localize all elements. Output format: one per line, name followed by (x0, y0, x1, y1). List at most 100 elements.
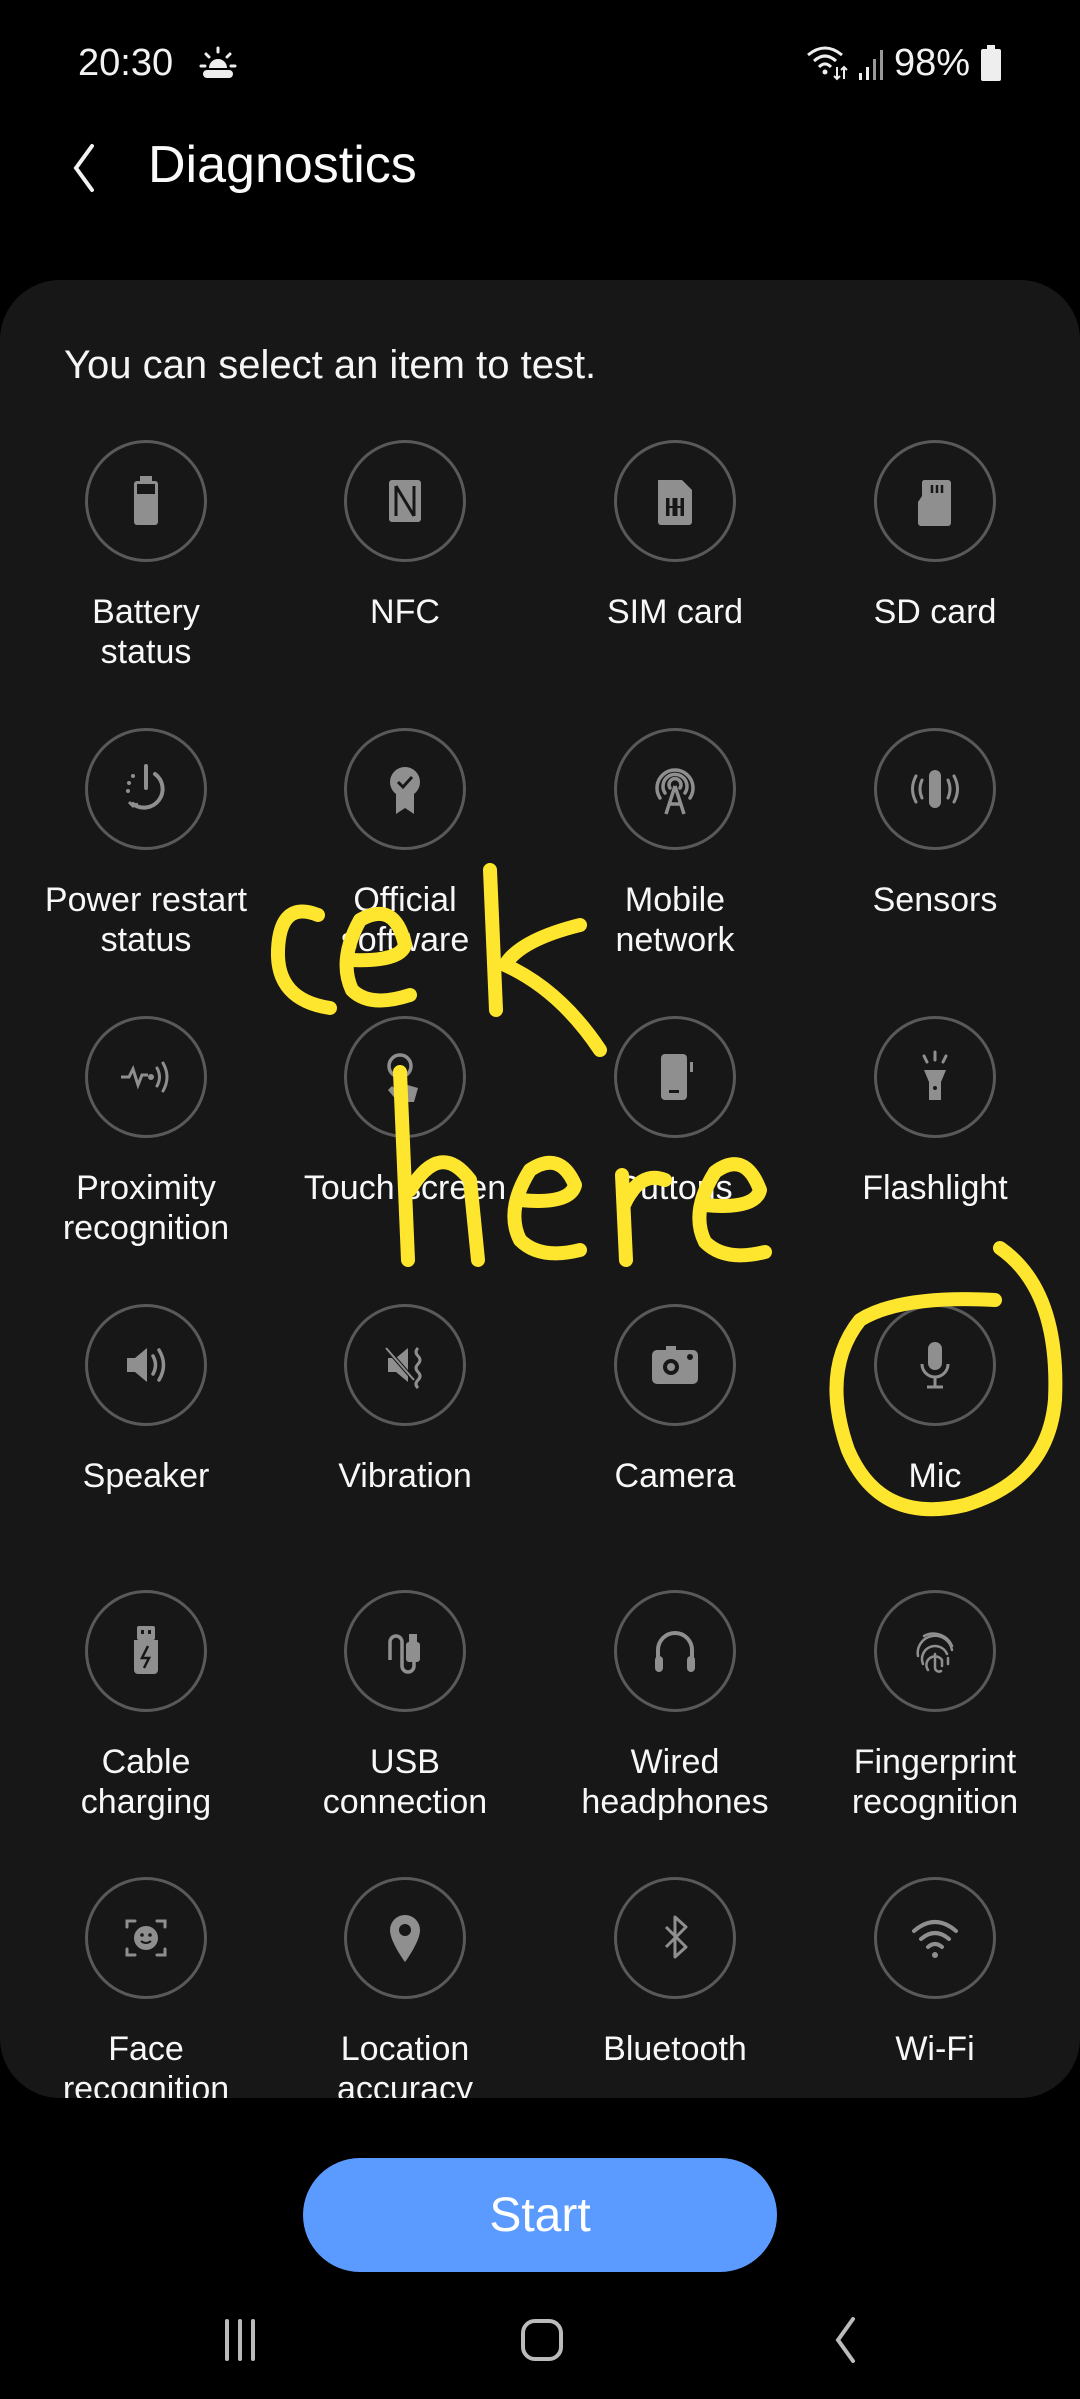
test-item-label: Wired headphones (581, 1743, 769, 1821)
test-item-power-restart-status[interactable]: Power restart status (11, 728, 281, 960)
test-item-label: Buttons (617, 1169, 733, 1207)
test-item-label: Mobile network (615, 881, 735, 959)
test-item-circle[interactable] (344, 440, 466, 562)
test-item-label: Vibration (338, 1457, 472, 1495)
test-item-label: Fingerprint recognition (851, 1743, 1019, 1821)
home-icon (521, 2319, 563, 2361)
test-item-wired-headphones[interactable]: Wired headphones (540, 1590, 810, 1822)
touch-icon (387, 1053, 418, 1102)
page-title: Diagnostics (148, 136, 417, 194)
test-item-circle[interactable] (85, 1016, 207, 1138)
test-item-circle[interactable] (614, 1016, 736, 1138)
test-item-circle[interactable] (344, 1016, 466, 1138)
test-item-circle[interactable] (344, 1877, 466, 1999)
test-item-fingerprint-recognition[interactable]: Fingerprint recognition (800, 1590, 1070, 1822)
test-item-circle[interactable] (614, 1877, 736, 1999)
sd-card-icon (918, 480, 951, 526)
navigation-bar (0, 2300, 1080, 2380)
test-item-circle[interactable] (85, 1304, 207, 1426)
test-item-circle[interactable] (85, 440, 207, 562)
test-item-circle[interactable] (85, 728, 207, 850)
fingerprint-icon (916, 1632, 954, 1673)
test-item-label: Battery status (92, 593, 200, 671)
start-button[interactable]: Start (303, 2158, 777, 2272)
test-item-circle[interactable] (344, 1590, 466, 1712)
test-item-circle[interactable] (344, 1304, 466, 1426)
test-item-circle[interactable] (614, 1304, 736, 1426)
test-item-circle[interactable] (874, 728, 996, 850)
recent-apps-button[interactable] (200, 2310, 280, 2370)
certified-badge-icon (390, 767, 420, 814)
test-item-label: Face recognition (62, 2030, 230, 2098)
test-item-speaker[interactable]: Speaker (11, 1304, 281, 1496)
test-item-buttons[interactable]: Buttons (540, 1016, 810, 1208)
test-item-battery-status[interactable]: Battery status (11, 440, 281, 672)
headphones-icon (655, 1631, 695, 1672)
system-icons: 98% (806, 38, 1002, 88)
vibration-icon (384, 1346, 422, 1390)
test-item-usb-connection[interactable]: USB connection (270, 1590, 540, 1822)
test-item-label: Proximity recognition (62, 1169, 230, 1247)
test-item-sensors[interactable]: Sensors (800, 728, 1070, 920)
test-item-label: NFC (370, 593, 440, 631)
mic-icon (920, 1342, 950, 1389)
test-item-label: Cable charging (80, 1743, 212, 1821)
test-item-circle[interactable] (874, 440, 996, 562)
test-item-wi-fi[interactable]: Wi-Fi (800, 1877, 1070, 2069)
test-item-label: Touch screen (303, 1169, 507, 1207)
back-icon (835, 2317, 855, 2363)
test-item-location-accuracy[interactable]: Location accuracy (270, 1877, 540, 2098)
test-item-camera[interactable]: Camera (540, 1304, 810, 1496)
test-item-label: Bluetooth (603, 2030, 747, 2068)
test-item-mic[interactable]: Mic (800, 1304, 1070, 1496)
flashlight-icon (922, 1050, 948, 1100)
bluetooth-icon (664, 1915, 688, 1959)
speaker-icon (127, 1348, 166, 1382)
test-item-flashlight[interactable]: Flashlight (800, 1016, 1070, 1208)
test-item-proximity-recognition[interactable]: Proximity recognition (11, 1016, 281, 1248)
test-item-vibration[interactable]: Vibration (270, 1304, 540, 1496)
sun-cloud-icon (199, 46, 237, 78)
test-item-circle[interactable] (614, 1590, 736, 1712)
test-item-sd-card[interactable]: SD card (800, 440, 1070, 632)
test-item-circle[interactable] (874, 1304, 996, 1426)
antenna-icon (655, 768, 695, 815)
back-button[interactable] (60, 136, 110, 196)
system-back-button[interactable] (805, 2310, 885, 2370)
clock: 20:30 (78, 42, 174, 84)
test-item-label: Power restart status (44, 881, 248, 959)
test-item-bluetooth[interactable]: Bluetooth (540, 1877, 810, 2069)
test-item-label: Mic (908, 1457, 962, 1495)
test-item-circle[interactable] (874, 1590, 996, 1712)
test-item-circle[interactable] (874, 1016, 996, 1138)
nfc-icon (389, 480, 421, 522)
location-pin-icon (390, 1915, 420, 1962)
test-item-label: Camera (614, 1457, 736, 1495)
sensor-vibrate-icon (911, 770, 959, 808)
test-item-circle[interactable] (874, 1877, 996, 1999)
test-item-cable-charging[interactable]: Cable charging (11, 1590, 281, 1822)
phone-buttons-icon (661, 1054, 693, 1100)
test-item-circle[interactable] (344, 728, 466, 850)
instruction-text: You can select an item to test. (64, 343, 597, 387)
wifi-data-icon (806, 46, 848, 81)
camera-icon (652, 1346, 698, 1384)
proximity-icon (121, 1061, 169, 1093)
test-item-circle[interactable] (614, 728, 736, 850)
test-item-circle[interactable] (614, 440, 736, 562)
test-item-label: Sensors (872, 881, 998, 919)
test-item-touch-screen[interactable]: Touch screen (270, 1016, 540, 1208)
test-item-mobile-network[interactable]: Mobile network (540, 728, 810, 960)
home-button[interactable] (502, 2310, 582, 2370)
wifi-icon (912, 1920, 958, 1958)
test-item-nfc[interactable]: NFC (270, 440, 540, 632)
test-item-label: SIM card (606, 593, 744, 631)
test-item-face-recognition[interactable]: Face recognition (11, 1877, 281, 2098)
test-item-official-software[interactable]: Official software (270, 728, 540, 960)
test-item-circle[interactable] (85, 1590, 207, 1712)
test-item-circle[interactable] (85, 1877, 207, 1999)
test-item-sim-card[interactable]: SIM card (540, 440, 810, 632)
test-item-label: Flashlight (862, 1169, 1008, 1207)
test-item-label: Official software (340, 881, 470, 959)
test-item-label: Wi-Fi (895, 2030, 975, 2068)
